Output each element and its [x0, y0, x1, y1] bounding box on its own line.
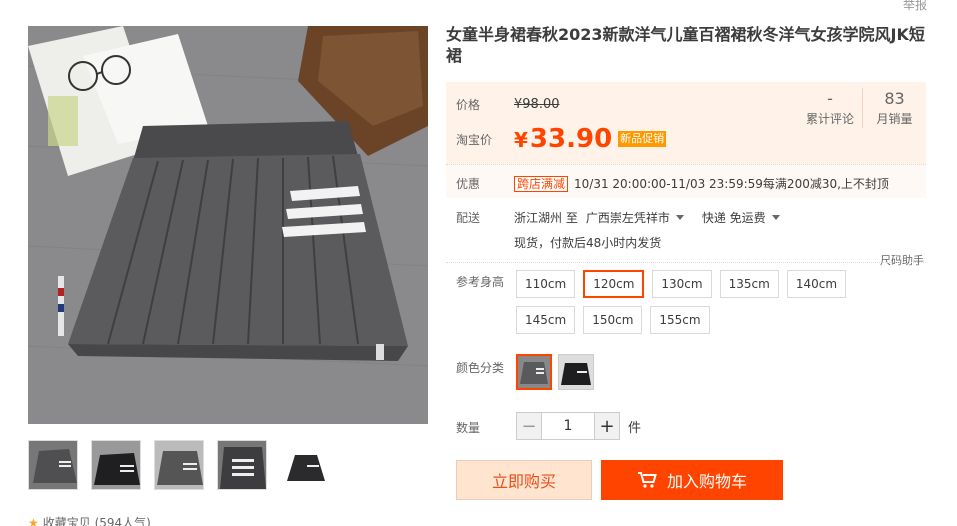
color-option-black[interactable] — [558, 354, 594, 390]
reviews-label: 累计评论 — [805, 112, 854, 126]
delivery-note: 现货，付款后48小时内发货 — [514, 236, 662, 250]
cart-icon — [637, 472, 657, 488]
size-option[interactable]: 140cm — [786, 270, 847, 298]
chevron-down-icon — [771, 215, 780, 220]
chevron-down-icon — [675, 215, 684, 220]
current-price: ¥33.90 — [514, 124, 613, 154]
original-price: ¥98.00 — [514, 97, 560, 112]
size-option[interactable]: 135cm — [719, 270, 779, 298]
increment-button[interactable]: + — [594, 412, 620, 440]
favorite-text: 收藏宝贝 (594人气) — [42, 516, 151, 526]
add-to-cart-label: 加入购物车 — [666, 472, 747, 491]
new-promo-badge: 新品促销 — [618, 131, 667, 147]
promo-label: 优惠 — [456, 177, 481, 191]
thumbnail-strip — [28, 440, 330, 490]
size-option[interactable]: 145cm — [516, 306, 576, 334]
thumbnail-1[interactable] — [28, 440, 78, 490]
taobao-price-label: 淘宝价 — [456, 132, 493, 147]
size-helper-link[interactable]: 尺码助手 — [880, 252, 924, 268]
quantity-stepper: − 1 + 件 — [516, 412, 641, 440]
main-product-image — [28, 26, 428, 424]
size-label: 参考身高 — [456, 275, 505, 289]
thumbnail-4[interactable] — [217, 440, 267, 490]
product-title: 女童半身裙春秋2023新款洋气儿童百褶裙秋冬洋气女孩学院风JK短裙 — [446, 25, 925, 65]
reviews-count: - — [827, 89, 833, 108]
buy-now-button[interactable]: 立即购买 — [456, 460, 592, 500]
color-label: 颜色分类 — [456, 361, 505, 375]
size-option[interactable]: 110cm — [516, 270, 576, 298]
size-option[interactable]: 150cm — [583, 306, 643, 334]
sales-stats: - 累计评论 83 月销量 — [798, 88, 926, 128]
quantity-label-row: 数量 — [456, 419, 514, 436]
thumbnail-5[interactable] — [280, 440, 330, 490]
promo-text: 10/31 20:00:00-11/03 23:59:59每满200减30,上不… — [574, 177, 889, 191]
promo-panel: 优惠 跨店满减 10/31 20:00:00-11/03 23:59:59每满2… — [446, 164, 926, 198]
size-option[interactable]: 130cm — [652, 270, 712, 298]
size-label-row: 参考身高 — [456, 273, 514, 290]
decrement-button[interactable]: − — [516, 412, 542, 440]
price-panel: 价格 ¥98.00 淘宝价 ¥33.90 新品促销 - 累计评论 83 月销量 — [446, 82, 926, 164]
favorite-link[interactable]: ★ 收藏宝贝 (594人气) — [28, 514, 151, 526]
monthly-sales-stat: 83 月销量 — [862, 88, 926, 128]
ship-from: 浙江湖州 至 — [514, 211, 578, 225]
monthly-sales-count: 83 — [884, 89, 905, 108]
color-options — [516, 354, 594, 390]
star-icon: ★ — [28, 516, 39, 526]
reviews-stat[interactable]: - 累计评论 — [798, 88, 862, 128]
quantity-unit: 件 — [628, 420, 642, 436]
delivery-label: 配送 — [456, 211, 481, 225]
size-options: 110cm 120cm 130cm 135cm 140cm 145cm 150c… — [516, 270, 906, 334]
quantity-label: 数量 — [456, 421, 481, 435]
thumbnail-2[interactable] — [91, 440, 141, 490]
divider — [446, 262, 926, 263]
size-option[interactable]: 155cm — [650, 306, 710, 334]
promo-tag[interactable]: 跨店满减 — [514, 175, 569, 192]
color-label-row: 颜色分类 — [456, 359, 514, 376]
size-option-selected[interactable]: 120cm — [583, 270, 645, 298]
thumbnail-3[interactable] — [154, 440, 204, 490]
delivery-row: 配送 浙江湖州 至 广西崇左凭祥市 快递 免运费 现货，付款后48小时内发货 — [456, 209, 780, 251]
price-label: 价格 — [456, 98, 481, 112]
ship-to-selector[interactable]: 广西崇左凭祥市 — [586, 209, 684, 226]
report-link[interactable]: 举报 — [903, 0, 927, 13]
add-to-cart-button[interactable]: 加入购物车 — [601, 460, 783, 500]
shipping-method-selector[interactable]: 快递 免运费 — [702, 209, 780, 226]
color-option-gray[interactable] — [516, 354, 552, 390]
monthly-sales-label: 月销量 — [876, 112, 913, 126]
quantity-input[interactable]: 1 — [542, 412, 594, 440]
